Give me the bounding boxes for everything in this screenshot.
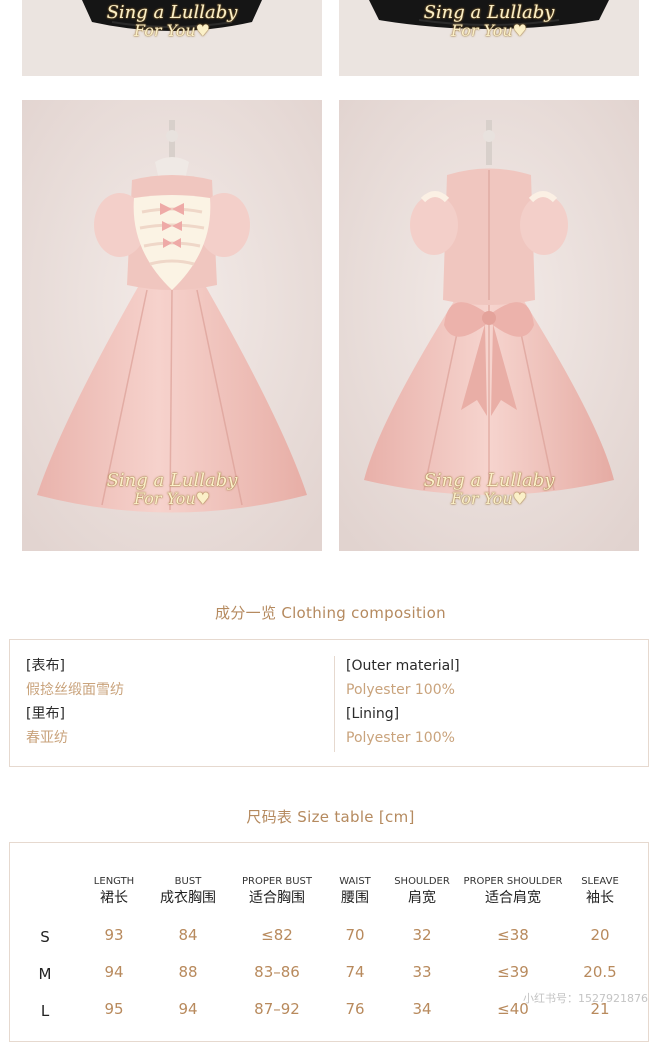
header-proper-bust: PROPER BUST 适合胸围 xyxy=(242,876,312,906)
header-length: LENGTH 裙长 xyxy=(93,876,135,906)
photo-black-dress-front: Sing a Lullaby For You♥ xyxy=(22,0,322,76)
watermark: Sing a Lullaby For You♥ xyxy=(423,470,555,508)
composition-divider xyxy=(334,656,335,752)
photo-black-dress-back: Sing a Lullaby For You♥ xyxy=(339,0,639,76)
photo-pink-dress-front: Sing a Lullaby For You♥ xyxy=(22,100,322,551)
cell-l-waist: 76 xyxy=(345,1000,365,1018)
lining-label-cn: [里布] xyxy=(26,706,65,722)
header-sleave: SLEAVE 袖长 xyxy=(581,876,619,906)
header-bust: BUST 成衣胸围 xyxy=(160,876,216,906)
composition-right: [Outer material] Polyester 100% [Lining]… xyxy=(346,654,460,750)
cell-l-bust: 94 xyxy=(178,1000,198,1018)
watermark: Sing a Lullaby For You♥ xyxy=(423,2,555,40)
cell-m-proper-shoulder: ≤39 xyxy=(497,963,529,981)
header-shoulder: SHOULDER 肩宽 xyxy=(394,876,450,906)
header-waist: WAIST 腰围 xyxy=(339,876,371,906)
cell-m-sleave: 20.5 xyxy=(583,963,617,981)
cell-s-length: 93 xyxy=(104,926,124,944)
composition-left: [表布] 假捻丝缎面雪纺 [里布] 春亚纺 xyxy=(26,654,124,750)
cell-m-proper-bust: 83–86 xyxy=(254,963,300,981)
cell-s-proper-shoulder: ≤38 xyxy=(497,926,529,944)
outer-value-en: Polyester 100% xyxy=(346,682,455,698)
cell-m-waist: 74 xyxy=(345,963,365,981)
composition-title: 成分一览 Clothing composition xyxy=(215,604,446,622)
cell-s-sleave: 20 xyxy=(590,926,610,944)
lining-value-cn: 春亚纺 xyxy=(26,730,68,746)
photo-pink-dress-back: Sing a Lullaby For You♥ xyxy=(339,100,639,551)
row-label-l: L xyxy=(40,1002,50,1020)
cell-l-proper-bust: 87–92 xyxy=(254,1000,300,1018)
row-label-s: S xyxy=(40,928,50,946)
cell-m-bust: 88 xyxy=(178,963,198,981)
outer-value-cn: 假捻丝缎面雪纺 xyxy=(26,682,124,698)
header-proper-shoulder: PROPER SHOULDER 适合肩宽 xyxy=(463,876,563,906)
cell-m-shoulder: 33 xyxy=(412,963,432,981)
cell-l-length: 95 xyxy=(104,1000,124,1018)
cell-s-waist: 70 xyxy=(345,926,365,944)
watermark: Sing a Lullaby For You♥ xyxy=(106,470,238,508)
size-table-title: 尺码表 Size table [cm] xyxy=(246,808,415,826)
cell-s-bust: 84 xyxy=(178,926,198,944)
outer-label-cn: [表布] xyxy=(26,658,65,674)
cell-m-length: 94 xyxy=(104,963,124,981)
outer-label-en: [Outer material] xyxy=(346,658,460,674)
cell-s-proper-bust: ≤82 xyxy=(261,926,293,944)
cell-s-shoulder: 32 xyxy=(412,926,432,944)
lining-label-en: [Lining] xyxy=(346,706,400,722)
xiaohongshu-watermark: 小红书号：1527921876 xyxy=(523,992,648,1005)
lining-value-en: Polyester 100% xyxy=(346,730,455,746)
watermark: Sing a Lullaby For You♥ xyxy=(106,2,238,40)
row-label-m: M xyxy=(38,965,52,983)
cell-l-shoulder: 34 xyxy=(412,1000,432,1018)
composition-box: [表布] 假捻丝缎面雪纺 [里布] 春亚纺 [Outer material] P… xyxy=(9,639,649,767)
